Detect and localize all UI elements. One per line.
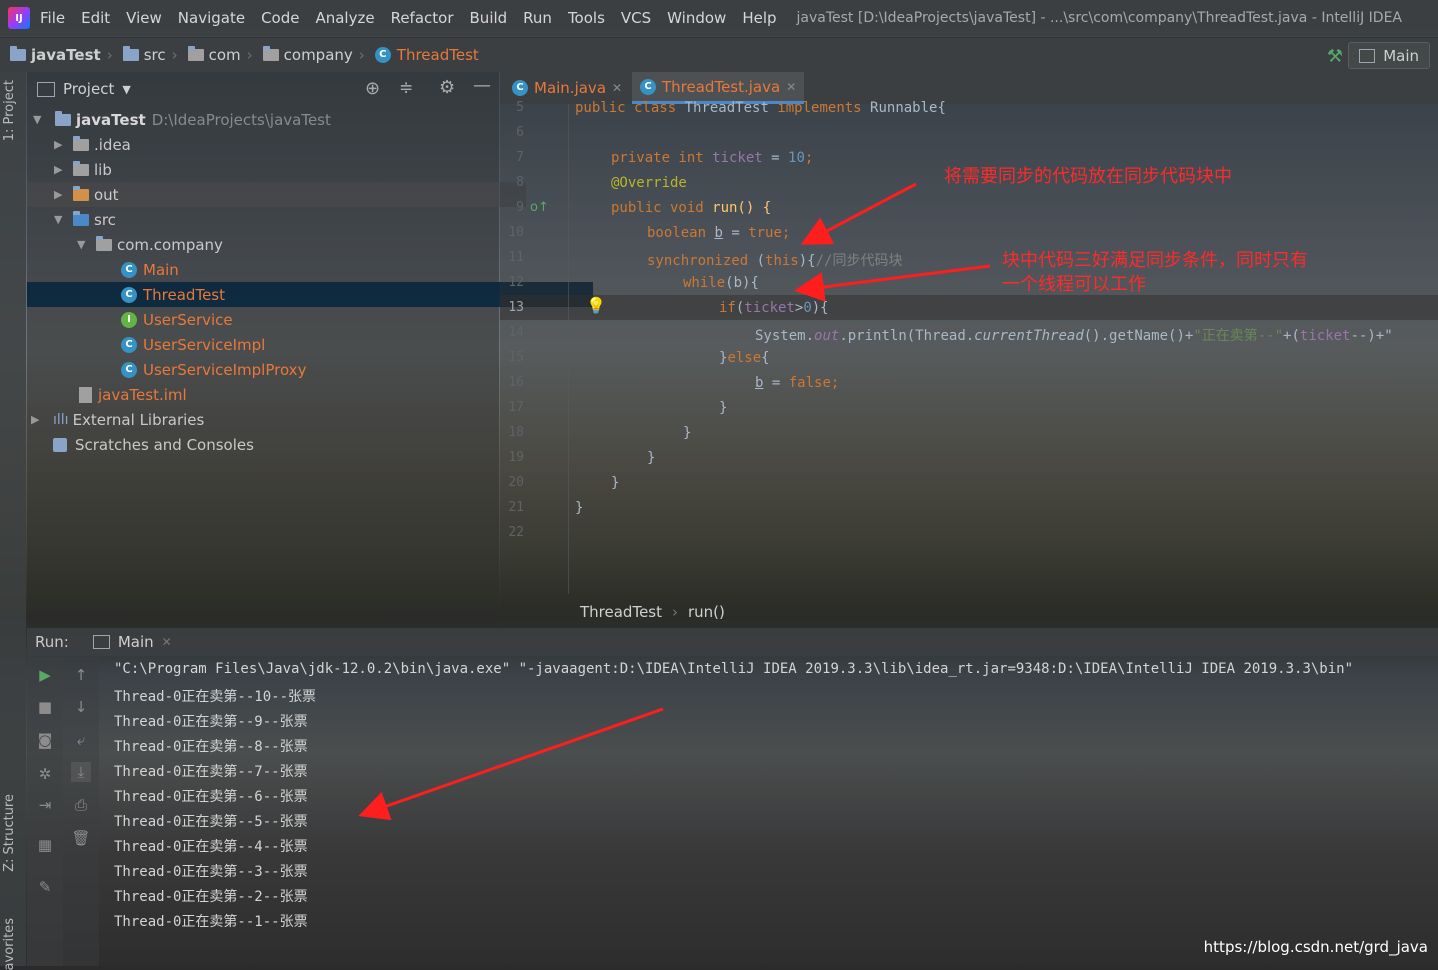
soft-wrap-icon[interactable]: ⤶: [71, 730, 91, 750]
annotation-arrow-1: [800, 182, 917, 245]
pin-icon[interactable]: ✎: [35, 877, 55, 897]
console-output-line: Thread-0正在卖第--6--张票: [114, 789, 308, 805]
scroll-up-icon[interactable]: ↑: [71, 665, 91, 685]
scroll-down-icon[interactable]: ↓: [71, 697, 91, 717]
camera-icon[interactable]: ◙: [35, 730, 55, 750]
login-exit-icon[interactable]: ⇥: [35, 795, 55, 815]
watermark-url: https://blog.csdn.net/grd_java: [1203, 938, 1428, 956]
annotation-arrow-3: [358, 707, 664, 821]
console-output-line: Thread-0正在卖第--9--张票: [114, 714, 308, 730]
close-icon[interactable]: ✕: [162, 635, 172, 649]
run-tab-main[interactable]: Main: [118, 633, 154, 651]
annotation-arrow-2: [794, 264, 991, 302]
console-output-line: Thread-0正在卖第--8--张票: [114, 739, 308, 755]
stop-icon[interactable]: ■: [35, 697, 55, 717]
console-command-line: "C:\Program Files\Java\jdk-12.0.2\bin\ja…: [114, 661, 1354, 677]
run-label: Run:: [35, 633, 69, 651]
print-icon[interactable]: ⎙: [71, 795, 91, 815]
run-toolbar-primary: ▶ ■ ◙ ✲ ⇥ ▦ ✎: [27, 657, 63, 966]
console-output-line: Thread-0正在卖第--1--张票: [114, 914, 308, 930]
console-output-line: Thread-0正在卖第--2--张票: [114, 889, 308, 905]
trash-icon[interactable]: 🗑: [71, 828, 91, 848]
console-output-line: Thread-0正在卖第--7--张票: [114, 764, 308, 780]
scroll-to-end-icon[interactable]: ⤓: [71, 762, 91, 782]
console-output-line: Thread-0正在卖第--5--张票: [114, 814, 308, 830]
rerun-icon[interactable]: ▶: [35, 665, 55, 685]
console-output-line: Thread-0正在卖第--4--张票: [114, 839, 308, 855]
settings-cog-icon[interactable]: ✲: [35, 764, 55, 784]
console-output-line: Thread-0正在卖第--10--张票: [114, 689, 317, 705]
console-tab-icon: [92, 635, 110, 649]
run-toolbar-secondary: ↑ ↓ ⤶ ⤓ ⎙ 🗑: [63, 657, 99, 966]
layout-icon[interactable]: ▦: [35, 835, 55, 855]
console-output-line: Thread-0正在卖第--3--张票: [114, 864, 308, 880]
run-panel-header: Run: Main ✕: [27, 628, 1438, 656]
